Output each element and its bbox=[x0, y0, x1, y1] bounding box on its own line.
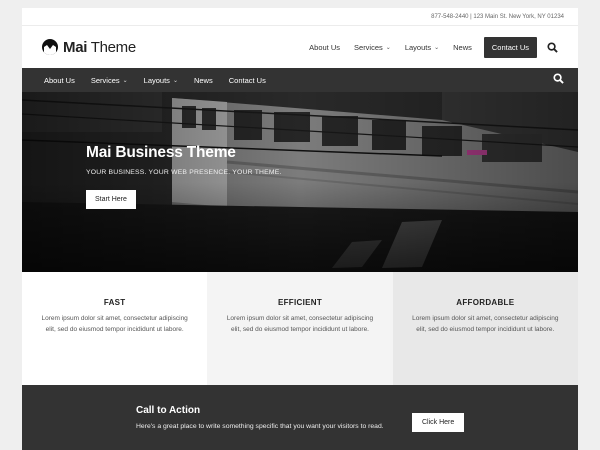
cta-text: Here's a great place to write something … bbox=[136, 423, 384, 430]
secondary-nav-contact[interactable]: Contact Us bbox=[221, 76, 274, 85]
header-nav-layouts[interactable]: Layouts ⌄ bbox=[398, 43, 446, 52]
site-logo[interactable]: Mai Theme bbox=[42, 39, 136, 56]
site-header: Mai Theme About Us Services ⌄ Layouts ⌄ Ne… bbox=[22, 26, 578, 68]
feature-title: FAST bbox=[103, 298, 126, 307]
contact-us-button[interactable]: Contact Us bbox=[483, 36, 537, 58]
contact-info: 877-548-2440 | 123 Main St. New York, NY… bbox=[431, 13, 564, 20]
secondary-nav-services[interactable]: Services ⌄ bbox=[83, 76, 136, 85]
hero-subtitle: YOUR BUSINESS. YOUR WEB PRESENCE. YOUR T… bbox=[86, 169, 282, 176]
search-icon[interactable] bbox=[547, 41, 558, 53]
feature-fast: FAST Lorem ipsum dolor sit amet, consect… bbox=[22, 272, 208, 385]
feature-efficient: EFFICIENT Lorem ipsum dolor sit amet, co… bbox=[207, 272, 393, 385]
call-to-action-section: Call to Action Here's a great place to w… bbox=[22, 385, 578, 450]
secondary-nav-layouts[interactable]: Layouts ⌄ bbox=[136, 76, 186, 85]
search-icon[interactable] bbox=[553, 71, 564, 89]
logo-mark-icon bbox=[42, 39, 58, 55]
feature-title: AFFORDABLE bbox=[456, 298, 515, 307]
hero-title: Mai Business Theme bbox=[86, 144, 236, 161]
feature-affordable: AFFORDABLE Lorem ipsum dolor sit amet, c… bbox=[392, 272, 578, 385]
cta-title: Call to Action bbox=[136, 405, 201, 416]
secondary-nav: About Us Services ⌄ Layouts ⌄ News Contact… bbox=[22, 68, 578, 92]
click-here-button[interactable]: Click Here bbox=[412, 413, 465, 432]
logo-text: Mai Theme bbox=[63, 38, 136, 56]
chevron-down-icon: ⌄ bbox=[385, 44, 391, 51]
hero-content: Mai Business Theme YOUR BUSINESS. YOUR W… bbox=[86, 144, 282, 209]
secondary-nav-about[interactable]: About Us bbox=[36, 76, 83, 85]
secondary-nav-news[interactable]: News bbox=[186, 76, 221, 85]
header-nav-news[interactable]: News bbox=[446, 43, 479, 52]
top-bar: 877-548-2440 | 123 Main St. New York, NY… bbox=[22, 8, 578, 26]
header-nav-about[interactable]: About Us bbox=[302, 43, 347, 52]
header-nav-services[interactable]: Services ⌄ bbox=[347, 43, 398, 52]
hero-banner: Mai Business Theme YOUR BUSINESS. YOUR W… bbox=[22, 92, 578, 272]
features-section: FAST Lorem ipsum dolor sit amet, consect… bbox=[22, 272, 578, 385]
feature-title: EFFICIENT bbox=[277, 298, 323, 307]
feature-text: Lorem ipsum dolor sit amet, consectetur … bbox=[41, 315, 188, 333]
chevron-down-icon: ⌄ bbox=[122, 77, 128, 84]
header-nav: About Us Services ⌄ Layouts ⌄ News Contact… bbox=[302, 36, 558, 58]
feature-text: Lorem ipsum dolor sit amet, consectetur … bbox=[412, 315, 559, 333]
chevron-down-icon: ⌄ bbox=[434, 44, 440, 51]
chevron-down-icon: ⌄ bbox=[172, 77, 178, 84]
website-frame: 877-548-2440 | 123 Main St. New York, NY… bbox=[22, 8, 578, 450]
feature-text: Lorem ipsum dolor sit amet, consectetur … bbox=[226, 315, 374, 333]
start-here-button[interactable]: Start Here bbox=[86, 190, 136, 209]
